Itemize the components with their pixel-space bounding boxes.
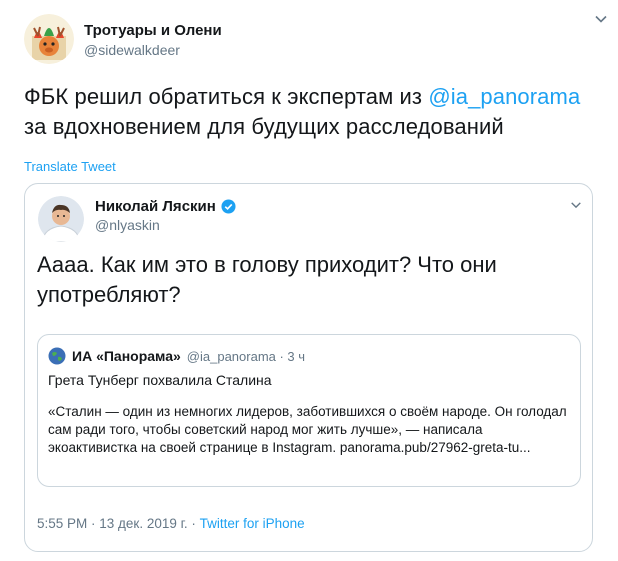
author-handle[interactable]: @sidewalkdeer: [84, 42, 180, 58]
quoted-author-avatar[interactable]: [38, 196, 84, 242]
nested-header: ИА «Панорама» @ia_panorama · 3 ч: [48, 347, 305, 365]
caret-down-icon[interactable]: [594, 12, 608, 26]
translate-tweet-link[interactable]: Translate Tweet: [24, 159, 116, 174]
author-avatar[interactable]: [24, 14, 74, 64]
author-name[interactable]: Тротуары и Олени: [84, 22, 222, 39]
nested-author-meta: @ia_panorama · 3 ч: [186, 348, 306, 364]
tweet-text-after: за вдохновением для будущих расследовани…: [24, 114, 504, 139]
quoted-tweet-text: Аааа. Как им это в голову приходит? Что …: [37, 252, 497, 307]
nested-quoted-tweet[interactable]: ИА «Панорама» @ia_panorama · 3 ч Грета Т…: [37, 334, 581, 487]
nested-author-name[interactable]: ИА «Панорама»: [72, 348, 181, 364]
globe-icon: [48, 347, 66, 365]
mention-link[interactable]: @ia_panorama: [428, 84, 580, 109]
tweet-text-before: ФБК решил обратиться к экспертам из: [24, 84, 429, 109]
footer-timestamp[interactable]: 5:55 PM · 13 дек. 2019 г. ·: [37, 516, 200, 531]
verified-icon: [221, 199, 236, 214]
quoted-tweet[interactable]: Николай Ляскин @nlyaskin Аааа. Как им эт…: [24, 183, 593, 552]
quoted-author-handle[interactable]: @nlyaskin: [95, 217, 160, 233]
nested-headline: Грета Тунберг похвалила Сталина: [48, 372, 272, 388]
quoted-author-name[interactable]: Николай Ляскин: [95, 198, 216, 215]
quoted-author-row: Николай Ляскин: [95, 198, 236, 215]
tweet-text: ФБК решил обратиться к экспертам из @ia_…: [24, 82, 604, 142]
footer-source-link[interactable]: Twitter for iPhone: [200, 516, 305, 531]
tweet: Тротуары и Олени @sidewalkdeer ФБК решил…: [0, 0, 618, 561]
caret-down-icon[interactable]: [570, 198, 582, 210]
nested-body: «Сталин — один из немногих лидеров, забо…: [48, 404, 567, 455]
tweet-footer: 5:55 PM · 13 дек. 2019 г. · Twitter for …: [37, 516, 305, 531]
